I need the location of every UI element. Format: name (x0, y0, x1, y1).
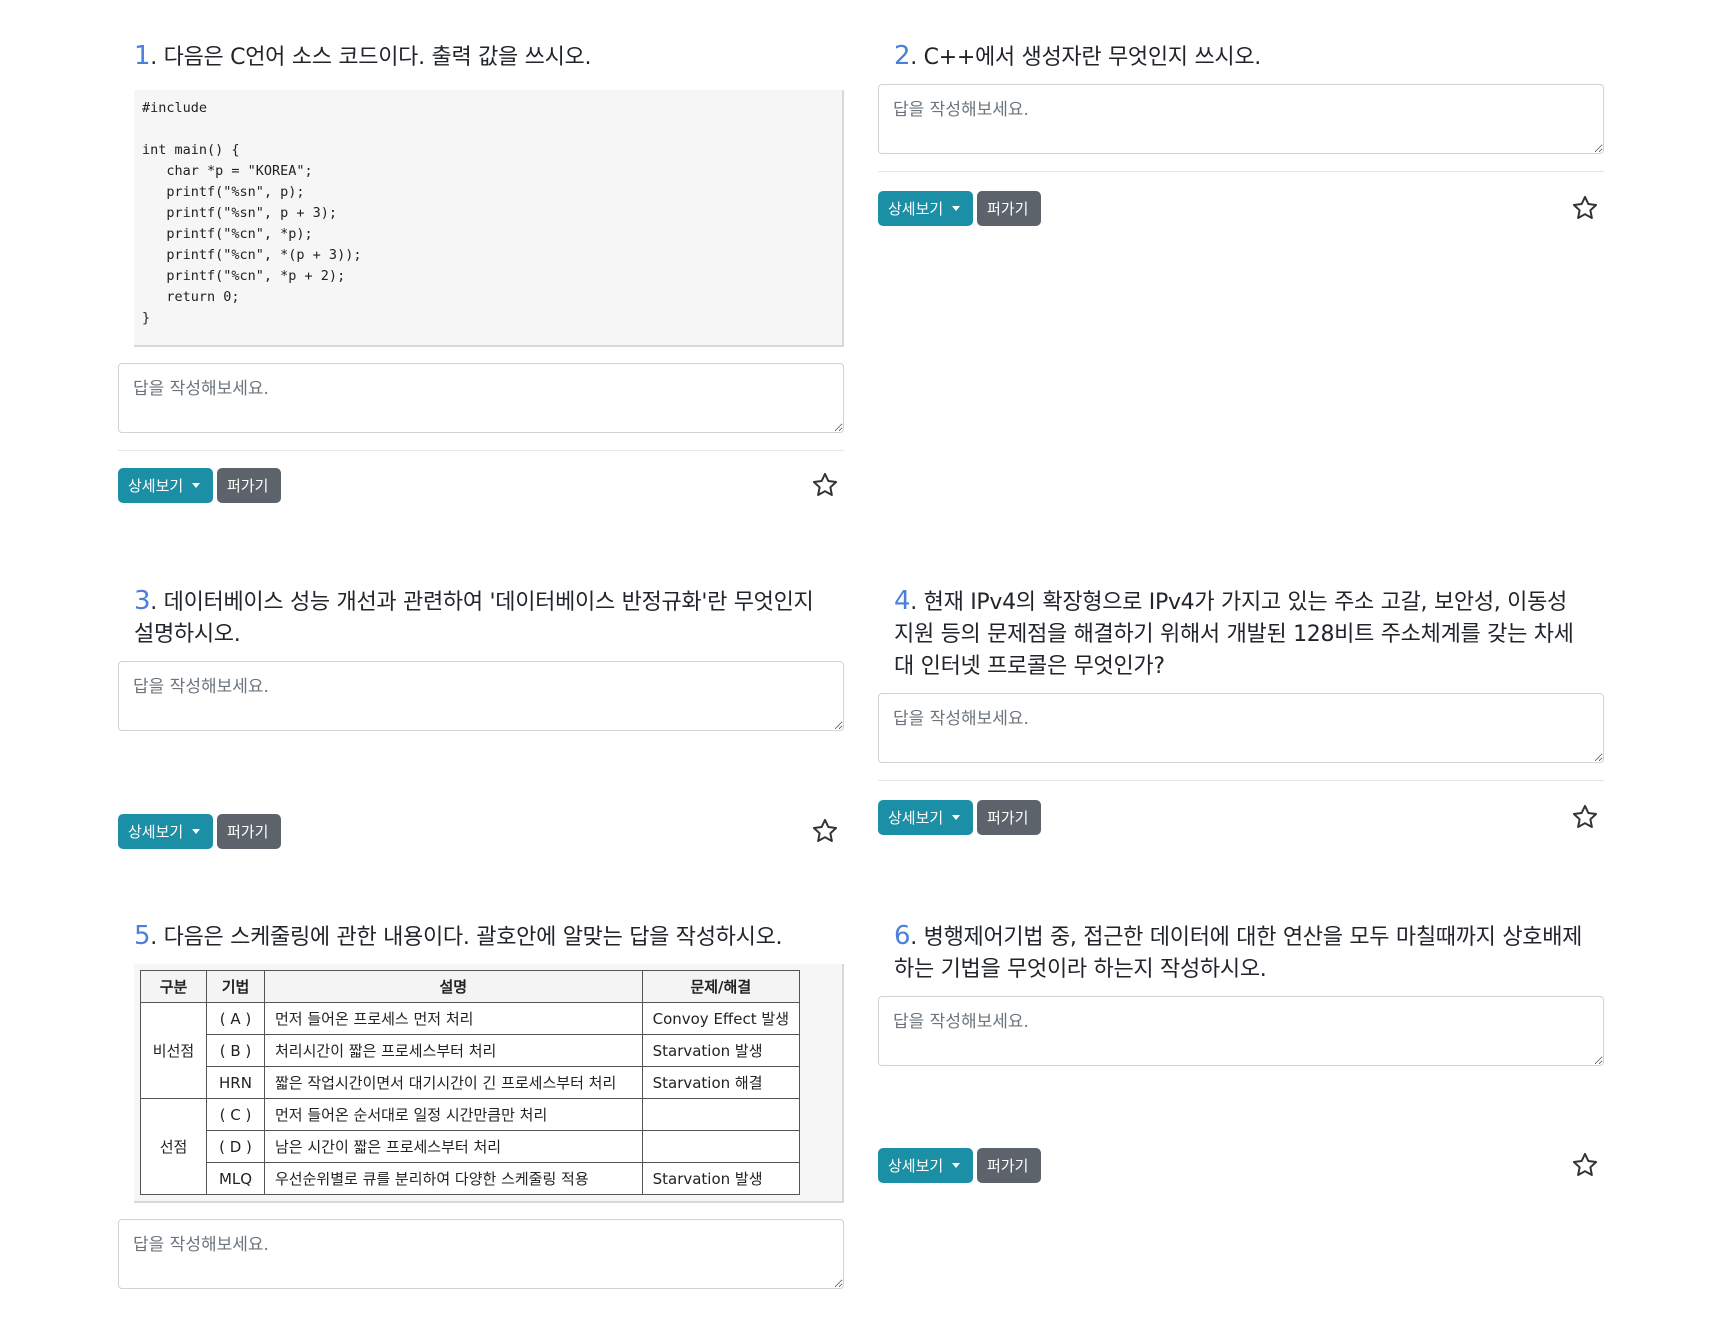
table-row: ( D ) 남은 시간이 짧은 프로세스부터 처리 (141, 1130, 801, 1163)
table-header-cell: 기법 (206, 970, 265, 1003)
question-title: 1. 다음은 C언어 소스 코드이다. 출력 값을 쓰시오. (118, 40, 844, 74)
code-block: #include int main() { char *p = "KOREA";… (134, 90, 844, 347)
question-number: 4 (894, 586, 911, 616)
method-cell: ( C ) (206, 1098, 265, 1131)
detail-button-label: 상세보기 (888, 809, 944, 827)
caret-down-icon (952, 1163, 961, 1168)
table-row: HRN 짧은 작업시간이면서 대기시간이 긴 프로세스부터 처리 Starvat… (141, 1066, 801, 1099)
share-button[interactable]: 퍼가기 (977, 1148, 1041, 1183)
caret-down-icon (192, 829, 201, 834)
divider (878, 171, 1604, 172)
question-number: 6 (894, 921, 911, 951)
table-row: 선점 ( C ) 먼저 들어온 순서대로 일정 시간만큼만 처리 (140, 1098, 801, 1195)
question-title: 2. C++에서 생성자란 무엇인지 쓰시오. (878, 40, 1604, 74)
detail-button-label: 상세보기 (888, 1157, 944, 1175)
group-label-cell: 선점 (140, 1098, 207, 1195)
question-title: 4. 현재 IPv4의 확장형으로 IPv4가 가지고 있는 주소 고갈, 보안… (878, 585, 1604, 683)
description-cell: 남은 시간이 짧은 프로세스부터 처리 (264, 1130, 643, 1163)
detail-dropdown-button[interactable]: 상세보기 (878, 1148, 973, 1183)
detail-button-label: 상세보기 (128, 823, 184, 841)
caret-down-icon (952, 815, 961, 820)
question-text: . 다음은 C언어 소스 코드이다. 출력 값을 쓰시오. (150, 45, 592, 70)
star-icon[interactable] (1571, 803, 1599, 831)
answer-textarea[interactable] (118, 661, 844, 731)
detail-dropdown-button[interactable]: 상세보기 (118, 468, 213, 503)
question-text: . 현재 IPv4의 확장형으로 IPv4가 가지고 있는 주소 고갈, 보안성… (894, 590, 1574, 679)
share-button[interactable]: 퍼가기 (977, 191, 1041, 226)
scheduling-table-container: 구분 기법 설명 문제/해결 비선점 ( A ) 먼저 들어온 프로세스 먼저 … (134, 964, 844, 1203)
method-cell: ( A ) (206, 1002, 265, 1035)
table-row: MLQ 우선순위별로 큐를 분리하여 다양한 스케줄링 적용 Starvatio… (141, 1162, 801, 1195)
method-cell: ( D ) (206, 1130, 265, 1163)
question-title: 6. 병행제어기법 중, 접근한 데이터에 대한 연산을 모두 마칠때까지 상호… (878, 920, 1604, 986)
table-row: ( B ) 처리시간이 짧은 프로세스부터 처리 Starvation 발생 (141, 1034, 801, 1067)
table-header-row: 구분 기법 설명 문제/해결 (140, 970, 801, 1003)
star-icon[interactable] (811, 817, 839, 845)
question-text: . 데이터베이스 성능 개선과 관련하여 '데이터베이스 반정규화'란 무엇인지… (134, 590, 814, 647)
description-cell: 짧은 작업시간이면서 대기시간이 긴 프로세스부터 처리 (264, 1066, 643, 1099)
question-number: 1 (134, 41, 151, 71)
description-cell: 먼저 들어온 프로세스 먼저 처리 (264, 1002, 643, 1035)
question-number: 3 (134, 586, 151, 616)
question-actions: 상세보기 퍼가기 (118, 814, 844, 850)
issue-cell: Starvation 해결 (641, 1066, 801, 1099)
share-button[interactable]: 퍼가기 (217, 814, 281, 849)
caret-down-icon (952, 206, 961, 211)
detail-dropdown-button[interactable]: 상세보기 (878, 800, 973, 835)
group-label-cell: 비선점 (140, 1002, 207, 1099)
divider (878, 780, 1604, 781)
issue-cell: Convoy Effect 발생 (641, 1002, 801, 1035)
answer-textarea[interactable] (118, 1219, 844, 1289)
description-cell: 먼저 들어온 순서대로 일정 시간만큼만 처리 (264, 1098, 643, 1131)
star-icon[interactable] (1571, 194, 1599, 222)
question-text: . 병행제어기법 중, 접근한 데이터에 대한 연산을 모두 마칠때까지 상호배… (894, 925, 1583, 982)
question-actions: 상세보기 퍼가기 (878, 800, 1604, 836)
table-header-cell: 구분 (140, 970, 207, 1003)
scheduling-table: 구분 기법 설명 문제/해결 비선점 ( A ) 먼저 들어온 프로세스 먼저 … (140, 970, 801, 1195)
issue-cell: Starvation 발생 (641, 1034, 801, 1067)
question-actions: 상세보기 퍼가기 (118, 468, 844, 504)
share-button[interactable]: 퍼가기 (977, 800, 1041, 835)
question-2: 2. C++에서 생성자란 무엇인지 쓰시오. 상세보기 퍼가기 (878, 40, 1604, 227)
issue-cell (641, 1098, 801, 1131)
description-cell: 우선순위별로 큐를 분리하여 다양한 스케줄링 적용 (264, 1162, 643, 1195)
question-number: 2 (894, 41, 911, 71)
share-button[interactable]: 퍼가기 (217, 468, 281, 503)
answer-textarea[interactable] (878, 996, 1604, 1066)
question-text: . C++에서 생성자란 무엇인지 쓰시오. (910, 45, 1261, 70)
issue-cell (641, 1130, 801, 1163)
question-actions: 상세보기 퍼가기 (878, 191, 1604, 227)
divider (118, 450, 844, 451)
method-cell: ( B ) (206, 1034, 265, 1067)
question-4: 4. 현재 IPv4의 확장형으로 IPv4가 가지고 있는 주소 고갈, 보안… (878, 585, 1604, 836)
detail-button-label: 상세보기 (128, 477, 184, 495)
answer-textarea[interactable] (878, 693, 1604, 763)
star-icon[interactable] (811, 471, 839, 499)
question-title: 5. 다음은 스케줄링에 관한 내용이다. 괄호안에 알맞는 답을 작성하시오. (118, 920, 844, 954)
question-text: . 다음은 스케줄링에 관한 내용이다. 괄호안에 알맞는 답을 작성하시오. (150, 925, 783, 950)
description-cell: 처리시간이 짧은 프로세스부터 처리 (264, 1034, 643, 1067)
star-icon[interactable] (1571, 1151, 1599, 1179)
question-title: 3. 데이터베이스 성능 개선과 관련하여 '데이터베이스 반정규화'란 무엇인… (118, 585, 844, 651)
answer-textarea[interactable] (878, 84, 1604, 154)
caret-down-icon (192, 483, 201, 488)
detail-dropdown-button[interactable]: 상세보기 (878, 191, 973, 226)
question-5: 5. 다음은 스케줄링에 관한 내용이다. 괄호안에 알맞는 답을 작성하시오.… (118, 920, 844, 1289)
table-row: 비선점 ( A ) 먼저 들어온 프로세스 먼저 처리 Convoy Effec… (140, 1002, 801, 1099)
question-actions: 상세보기 퍼가기 (878, 1148, 1604, 1184)
detail-dropdown-button[interactable]: 상세보기 (118, 814, 213, 849)
question-number: 5 (134, 921, 151, 951)
question-6: 6. 병행제어기법 중, 접근한 데이터에 대한 연산을 모두 마칠때까지 상호… (878, 920, 1604, 1184)
method-cell: MLQ (206, 1162, 265, 1195)
issue-cell: Starvation 발생 (641, 1162, 801, 1195)
question-page: 1. 다음은 C언어 소스 코드이다. 출력 값을 쓰시오. #include … (0, 0, 1716, 1340)
question-3: 3. 데이터베이스 성능 개선과 관련하여 '데이터베이스 반정규화'란 무엇인… (118, 585, 844, 850)
table-header-cell: 문제/해결 (641, 970, 801, 1003)
method-cell: HRN (206, 1066, 265, 1099)
answer-textarea[interactable] (118, 363, 844, 433)
detail-button-label: 상세보기 (888, 200, 944, 218)
table-header-cell: 설명 (264, 970, 643, 1003)
question-1: 1. 다음은 C언어 소스 코드이다. 출력 값을 쓰시오. #include … (118, 40, 844, 504)
